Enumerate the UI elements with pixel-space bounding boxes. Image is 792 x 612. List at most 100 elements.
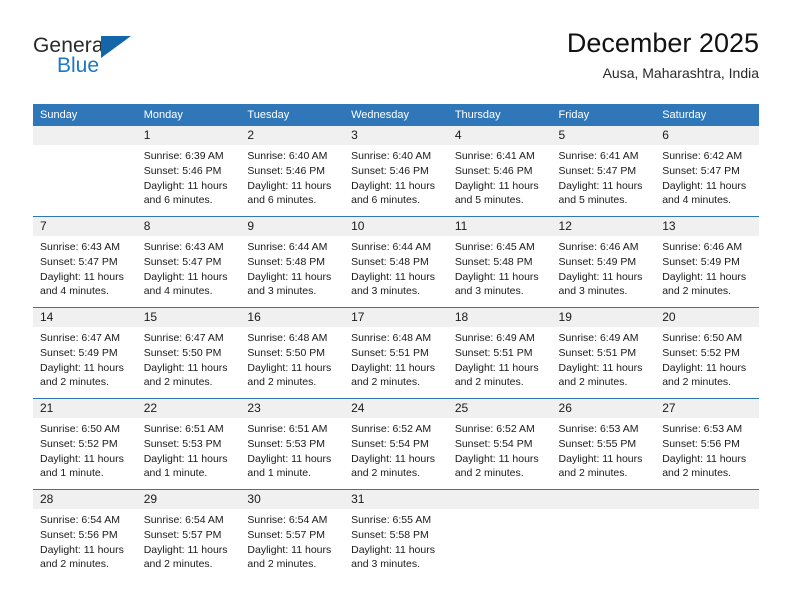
calendar-day-cell[interactable]: 11 Sunrise: 6:45 AM Sunset: 5:48 PM Dayligh… xyxy=(447,216,552,308)
sunrise-line: Sunrise: 6:44 AM xyxy=(247,241,328,253)
calendar-day-cell[interactable] xyxy=(33,126,137,217)
day-cell[interactable]: 21 Sunrise: 6:50 AM Sunset: 5:52 PM Dayligh… xyxy=(33,399,137,489)
daylight-line-cont: and 2 minutes. xyxy=(454,376,524,389)
day-cell[interactable]: 24 Sunrise: 6:52 AM Sunset: 5:54 PM Dayligh… xyxy=(344,399,448,489)
daylight-line-cont: and 2 minutes. xyxy=(351,467,420,480)
sunset-line: Sunset: 5:53 PM xyxy=(247,437,326,450)
calendar-day-cell[interactable]: 27 Sunrise: 6:53 AM Sunset: 5:56 PM Dayligh… xyxy=(655,398,759,490)
day-cell[interactable]: 28 Sunrise: 6:54 AM Sunset: 5:56 PM Dayligh… xyxy=(33,490,137,580)
day-cell[interactable]: 17 Sunrise: 6:48 AM Sunset: 5:51 PM Dayligh… xyxy=(344,308,448,398)
calendar-day-cell[interactable]: 30 Sunrise: 6:54 AM Sunset: 5:57 PM Dayligh… xyxy=(240,489,345,580)
day-cell[interactable]: 2 Sunrise: 6:40 AM Sunset: 5:46 PM Daylight… xyxy=(240,126,345,216)
sunset-line: Sunset: 5:54 PM xyxy=(454,437,533,450)
calendar-day-cell[interactable]: 26 Sunrise: 6:53 AM Sunset: 5:55 PM Dayligh… xyxy=(551,398,656,490)
calendar-day-cell[interactable] xyxy=(447,489,552,580)
sunset-line: Sunset: 5:58 PM xyxy=(351,528,429,541)
calendar-day-cell[interactable]: 28 Sunrise: 6:54 AM Sunset: 5:56 PM Dayligh… xyxy=(33,489,137,580)
weekday-header-monday: Monday xyxy=(136,104,241,126)
day-cell[interactable]: 8 Sunrise: 6:43 AM Sunset: 5:47 PM Daylight… xyxy=(136,217,241,307)
daylight-line-cont: and 2 minutes. xyxy=(662,285,732,298)
daylight-line-cont: and 2 minutes. xyxy=(40,376,109,389)
day-cell[interactable]: 20 Sunrise: 6:50 AM Sunset: 5:52 PM Dayligh… xyxy=(655,308,759,398)
calendar-day-cell[interactable]: 29 Sunrise: 6:54 AM Sunset: 5:57 PM Dayligh… xyxy=(136,489,241,580)
day-number: 8 xyxy=(136,217,241,236)
day-cell[interactable]: 18 Sunrise: 6:49 AM Sunset: 5:51 PM Dayligh… xyxy=(447,308,552,398)
day-cell[interactable]: 3 Sunrise: 6:40 AM Sunset: 5:46 PM Daylight… xyxy=(344,126,448,216)
day-details: Sunrise: 6:46 AM Sunset: 5:49 PM Daylight:… xyxy=(655,236,759,299)
calendar-day-cell[interactable]: 2 Sunrise: 6:40 AM Sunset: 5:46 PM Daylight… xyxy=(240,126,345,217)
calendar-day-cell[interactable]: 13 Sunrise: 6:46 AM Sunset: 5:49 PM Dayligh… xyxy=(655,216,759,308)
day-details: Sunrise: 6:44 AM Sunset: 5:48 PM Daylight:… xyxy=(344,236,448,299)
day-number: 28 xyxy=(33,490,137,509)
sunrise-line: Sunrise: 6:49 AM xyxy=(558,332,639,344)
calendar-day-cell[interactable]: 7 Sunrise: 6:43 AM Sunset: 5:47 PM Daylight… xyxy=(33,216,137,308)
day-cell[interactable]: 10 Sunrise: 6:44 AM Sunset: 5:48 PM Dayligh… xyxy=(344,217,448,307)
daylight-line-cont: and 2 minutes. xyxy=(662,376,732,389)
day-cell[interactable]: 4 Sunrise: 6:41 AM Sunset: 5:46 PM Daylight… xyxy=(447,126,552,216)
day-cell[interactable]: 31 Sunrise: 6:55 AM Sunset: 5:58 PM Dayligh… xyxy=(344,490,448,580)
calendar-day-cell[interactable]: 4 Sunrise: 6:41 AM Sunset: 5:46 PM Daylight… xyxy=(447,126,552,217)
calendar-day-cell[interactable]: 12 Sunrise: 6:46 AM Sunset: 5:49 PM Dayligh… xyxy=(551,216,656,308)
day-cell[interactable]: 19 Sunrise: 6:49 AM Sunset: 5:51 PM Dayligh… xyxy=(551,308,656,398)
calendar-day-cell[interactable]: 19 Sunrise: 6:49 AM Sunset: 5:51 PM Dayligh… xyxy=(551,307,656,399)
calendar-day-cell[interactable]: 16 Sunrise: 6:48 AM Sunset: 5:50 PM Dayligh… xyxy=(240,307,345,399)
daylight-line: Daylight: 11 hours xyxy=(662,361,747,374)
calendar-day-cell[interactable]: 31 Sunrise: 6:55 AM Sunset: 5:58 PM Dayligh… xyxy=(344,489,448,580)
calendar-day-cell[interactable]: 25 Sunrise: 6:52 AM Sunset: 5:54 PM Dayligh… xyxy=(447,398,552,490)
day-cell[interactable]: 25 Sunrise: 6:52 AM Sunset: 5:54 PM Dayligh… xyxy=(447,399,552,489)
day-cell[interactable]: 14 Sunrise: 6:47 AM Sunset: 5:49 PM Dayligh… xyxy=(33,308,137,398)
calendar-day-cell[interactable]: 6 Sunrise: 6:42 AM Sunset: 5:47 PM Daylight… xyxy=(655,126,759,217)
calendar-day-cell[interactable]: 24 Sunrise: 6:52 AM Sunset: 5:54 PM Dayligh… xyxy=(344,398,448,490)
day-cell[interactable]: 15 Sunrise: 6:47 AM Sunset: 5:50 PM Dayligh… xyxy=(136,308,241,398)
calendar-day-cell[interactable]: 8 Sunrise: 6:43 AM Sunset: 5:47 PM Daylight… xyxy=(136,216,241,308)
weekday-header-tuesday: Tuesday xyxy=(240,104,345,126)
calendar-day-cell[interactable]: 10 Sunrise: 6:44 AM Sunset: 5:48 PM Dayligh… xyxy=(344,216,448,308)
calendar-day-cell[interactable] xyxy=(551,489,656,580)
calendar-day-cell[interactable]: 17 Sunrise: 6:48 AM Sunset: 5:51 PM Dayligh… xyxy=(344,307,448,399)
calendar-day-cell[interactable]: 15 Sunrise: 6:47 AM Sunset: 5:50 PM Dayligh… xyxy=(136,307,241,399)
day-cell[interactable]: 5 Sunrise: 6:41 AM Sunset: 5:47 PM Daylight… xyxy=(551,126,656,216)
daylight-line: Daylight: 11 hours xyxy=(351,452,435,465)
sunset-line: Sunset: 5:47 PM xyxy=(40,255,118,268)
day-cell[interactable]: 26 Sunrise: 6:53 AM Sunset: 5:55 PM Dayligh… xyxy=(551,399,656,489)
day-cell[interactable]: 1 Sunrise: 6:39 AM Sunset: 5:46 PM Daylight… xyxy=(136,126,241,216)
daylight-line-cont: and 4 minutes. xyxy=(143,285,213,298)
weekday-header-row: Sunday Monday Tuesday Wednesday Thursday… xyxy=(33,104,759,126)
daylight-line-cont: and 3 minutes. xyxy=(454,285,524,298)
day-cell[interactable]: 13 Sunrise: 6:46 AM Sunset: 5:49 PM Dayligh… xyxy=(655,217,759,307)
day-cell[interactable]: 23 Sunrise: 6:51 AM Sunset: 5:53 PM Dayligh… xyxy=(240,399,345,489)
day-number: 30 xyxy=(240,490,345,509)
day-details: Sunrise: 6:44 AM Sunset: 5:48 PM Daylight:… xyxy=(240,236,344,299)
sunrise-line: Sunrise: 6:40 AM xyxy=(351,150,432,162)
day-cell[interactable]: 6 Sunrise: 6:42 AM Sunset: 5:47 PM Daylight… xyxy=(655,126,759,216)
calendar-day-cell[interactable]: 21 Sunrise: 6:50 AM Sunset: 5:52 PM Dayligh… xyxy=(33,398,137,490)
sunset-line: Sunset: 5:51 PM xyxy=(558,346,637,359)
calendar-day-cell[interactable]: 9 Sunrise: 6:44 AM Sunset: 5:48 PM Daylight… xyxy=(240,216,345,308)
day-cell[interactable]: 16 Sunrise: 6:48 AM Sunset: 5:50 PM Dayligh… xyxy=(240,308,345,398)
day-cell[interactable]: 12 Sunrise: 6:46 AM Sunset: 5:49 PM Dayligh… xyxy=(551,217,656,307)
day-details: Sunrise: 6:52 AM Sunset: 5:54 PM Daylight:… xyxy=(448,418,552,481)
calendar-day-cell[interactable]: 23 Sunrise: 6:51 AM Sunset: 5:53 PM Dayligh… xyxy=(240,398,345,490)
calendar-day-cell[interactable]: 1 Sunrise: 6:39 AM Sunset: 5:46 PM Daylight… xyxy=(136,126,241,217)
day-number: 2 xyxy=(240,126,345,145)
day-cell[interactable]: 7 Sunrise: 6:43 AM Sunset: 5:47 PM Daylight… xyxy=(33,217,137,307)
day-number: 12 xyxy=(551,217,656,236)
day-cell[interactable]: 27 Sunrise: 6:53 AM Sunset: 5:56 PM Dayligh… xyxy=(655,399,759,489)
calendar-day-cell[interactable]: 5 Sunrise: 6:41 AM Sunset: 5:47 PM Daylight… xyxy=(551,126,656,217)
calendar-day-cell[interactable]: 20 Sunrise: 6:50 AM Sunset: 5:52 PM Dayligh… xyxy=(655,307,759,399)
day-details: Sunrise: 6:50 AM Sunset: 5:52 PM Daylight:… xyxy=(33,418,137,481)
day-cell[interactable]: 9 Sunrise: 6:44 AM Sunset: 5:48 PM Daylight… xyxy=(240,217,345,307)
day-details: Sunrise: 6:54 AM Sunset: 5:56 PM Daylight:… xyxy=(33,509,137,572)
day-cell[interactable]: 22 Sunrise: 6:51 AM Sunset: 5:53 PM Dayligh… xyxy=(136,399,241,489)
daylight-line-cont: and 2 minutes. xyxy=(247,376,317,389)
day-cell[interactable]: 29 Sunrise: 6:54 AM Sunset: 5:57 PM Dayligh… xyxy=(136,490,241,580)
calendar-day-cell[interactable]: 18 Sunrise: 6:49 AM Sunset: 5:51 PM Dayligh… xyxy=(447,307,552,399)
calendar-day-cell[interactable]: 22 Sunrise: 6:51 AM Sunset: 5:53 PM Dayligh… xyxy=(136,398,241,490)
calendar-day-cell[interactable]: 3 Sunrise: 6:40 AM Sunset: 5:46 PM Daylight… xyxy=(344,126,448,217)
day-cell[interactable]: 11 Sunrise: 6:45 AM Sunset: 5:48 PM Dayligh… xyxy=(447,217,552,307)
calendar-day-cell[interactable] xyxy=(655,489,759,580)
general-blue-logo[interactable]: General Blue xyxy=(33,34,253,90)
day-cell[interactable]: 30 Sunrise: 6:54 AM Sunset: 5:57 PM Dayligh… xyxy=(240,490,345,580)
calendar-day-cell[interactable]: 14 Sunrise: 6:47 AM Sunset: 5:49 PM Dayligh… xyxy=(33,307,137,399)
location-subtitle: Ausa, Maharashtra, India xyxy=(602,65,759,81)
